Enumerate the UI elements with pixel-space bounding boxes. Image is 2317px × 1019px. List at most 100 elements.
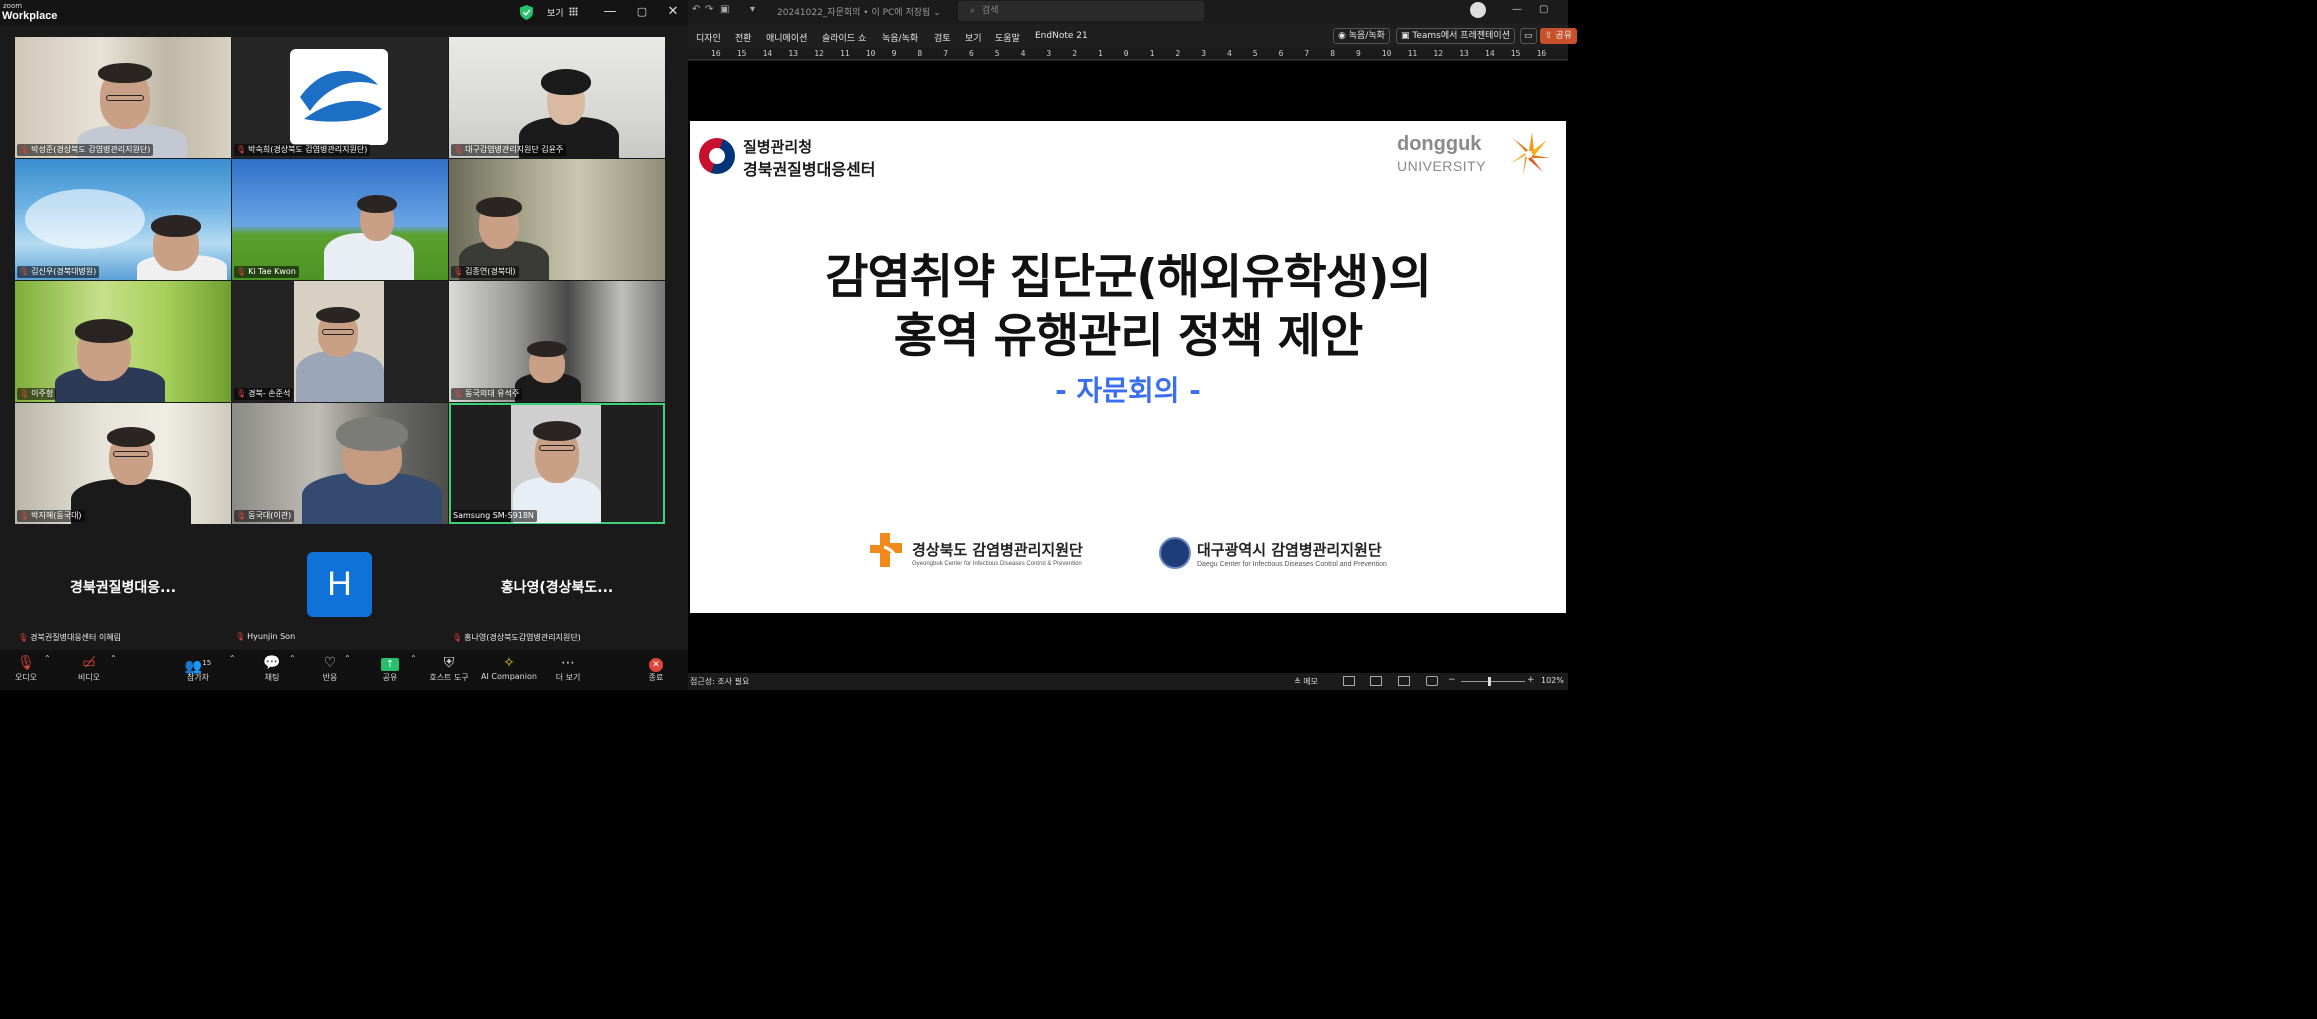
participants-button[interactable]: 👥15 참가자 (182, 654, 214, 683)
chat-button[interactable]: 💬 채팅 (260, 654, 284, 683)
participant-name: 🎙 홍나영(경상북도감염병관리지원단) (452, 633, 581, 642)
maximize-icon[interactable]: ▢ (1539, 4, 1548, 15)
participant-name: 🎙 김종연(경북대) (451, 266, 519, 278)
audio-options-caret-icon[interactable]: ⌃ (44, 654, 51, 663)
participant-name: 🎙 Hyunjin Son (235, 632, 296, 641)
encryption-shield-icon[interactable] (520, 5, 533, 20)
ruler-tick-label: 6 (1278, 49, 1284, 58)
video-tile[interactable]: 🎙 김신우(경북대병원) (15, 159, 231, 280)
video-tile[interactable]: 🎙 박지혜(동국대) (15, 403, 231, 524)
menu-record[interactable]: 녹음/녹화 (882, 31, 918, 44)
menu-review[interactable]: 검토 (934, 31, 951, 44)
maximize-icon[interactable]: ▢ (631, 3, 653, 21)
participant-name: 🎙 김신우(경북대병원) (17, 266, 100, 278)
record-button[interactable]: ◉ 녹음/녹화 (1333, 28, 1390, 44)
participant-name: 🎙 이주형 (17, 388, 57, 400)
end-meeting-button[interactable]: ✕ 종료 (644, 654, 668, 683)
video-tile-active-speaker[interactable]: Samsung SM-S918N (449, 403, 665, 524)
mic-muted-icon: 🎙 (19, 511, 30, 520)
video-tile[interactable]: 🎙 김종연(경북대) (449, 159, 665, 280)
share-button[interactable]: ↑ 공유 (378, 654, 402, 683)
menu-design[interactable]: 디자인 (696, 31, 721, 44)
video-tile[interactable]: 🎙 경북- 손준석 (232, 281, 448, 402)
ruler-tick-label: 16 (1536, 49, 1547, 58)
video-tile[interactable]: 🎙 박성준(경상북도 감염병관리지원단) (15, 37, 231, 158)
menu-transitions[interactable]: 전환 (735, 31, 752, 44)
view-menu-label[interactable]: 보기 (547, 6, 564, 19)
slideshow-view-icon[interactable] (1426, 676, 1438, 686)
mic-muted-icon: 🎙 (19, 267, 30, 276)
document-title[interactable]: 20241022_자문회의 • 이 PC에 저장됨 ⌄ (777, 5, 941, 18)
university-logo-subtext: UNIVERSITY (1397, 158, 1487, 174)
minimize-icon[interactable]: — (1512, 4, 1522, 15)
menu-animations[interactable]: 애니메이션 (766, 31, 807, 44)
mic-muted-icon: 🎙 (452, 633, 463, 642)
audio-participant-display: 경북권질병대응... (69, 580, 177, 596)
redo-icon[interactable]: ↷ (705, 4, 713, 15)
slide-sorter-view-icon[interactable] (1370, 676, 1382, 686)
menu-help[interactable]: 도움말 (995, 31, 1020, 44)
undo-icon[interactable]: ↶ (692, 4, 700, 15)
daegu-center-emblem-icon (1159, 537, 1191, 569)
video-tile[interactable]: 🎙 박숙희(경상북도 감염병관리지원단) (232, 37, 448, 158)
notes-button[interactable]: ≙ 메모 (1294, 676, 1318, 687)
reading-view-icon[interactable] (1398, 676, 1410, 686)
ai-companion-button[interactable]: ✧ AI Companion (480, 654, 538, 681)
status-bar: 접근성: 조사 필요 ≙ 메모 − + 102% (688, 673, 1568, 690)
gyeongbuk-center-logo-icon (870, 533, 902, 567)
reactions-caret-icon[interactable]: ⌃ (344, 654, 351, 663)
normal-view-icon[interactable] (1343, 676, 1355, 686)
share-button[interactable]: ⇪ 공유 (1540, 28, 1577, 44)
video-tile[interactable]: 🎙 동국대(이관) (232, 403, 448, 524)
mic-muted-icon: 🎙 (453, 267, 464, 276)
gallery-view-icon[interactable] (569, 7, 578, 16)
video-tile[interactable]: 🎙 Ki Tae Kwon (232, 159, 448, 280)
video-tile[interactable]: 🎙 이주형 (15, 281, 231, 402)
chat-caret-icon[interactable]: ⌃ (289, 654, 296, 663)
shield-icon: ⛨ (443, 655, 455, 671)
video-tile[interactable]: 🎙 대구감염병관리지원단 김윤주 (449, 37, 665, 158)
mic-muted-icon: 🎙 (453, 145, 464, 154)
participant-name: 🎙 동국의대 유석주 (451, 388, 523, 400)
more-button[interactable]: ⋯ 더 보기 (554, 654, 582, 683)
audio-button[interactable]: 🎙 오디오 (12, 654, 40, 683)
ruler-tick-label: 12 (814, 49, 824, 58)
share-caret-icon[interactable]: ⌃ (410, 654, 417, 663)
zoom-level[interactable]: 102% (1541, 676, 1564, 685)
zoom-in-icon[interactable]: + (1527, 675, 1535, 685)
comments-button[interactable]: ▭ (1520, 28, 1537, 44)
user-avatar[interactable] (1470, 2, 1486, 18)
video-off-icon: ▭̸ (82, 655, 96, 671)
organization-logo-icon (290, 49, 388, 145)
accessibility-status[interactable]: 접근성: 조사 필요 (690, 676, 749, 687)
slide[interactable]: 질병관리청 경북권질병대응센터 dongguk UNIVERSITY 감염취약 … (690, 121, 1566, 613)
search-box[interactable]: ⌕ 검색 (958, 1, 1204, 21)
share-icon: ⇪ (1545, 31, 1553, 41)
ruler-tick-label: 10 (1381, 49, 1392, 58)
zoom-logo-small: zoom (3, 2, 23, 10)
zoom-out-icon[interactable]: − (1448, 675, 1456, 685)
zoom-slider-thumb[interactable] (1488, 677, 1491, 686)
ruler-tick-label: 2 (1072, 49, 1078, 58)
host-tools-button[interactable]: ⛨ 호스트 도구 (426, 654, 472, 683)
close-icon[interactable]: ✕ (662, 3, 684, 21)
menu-slideshow[interactable]: 슬라이드 쇼 (822, 31, 866, 44)
menu-view[interactable]: 보기 (965, 31, 982, 44)
ruler-tick-label: 9 (1356, 49, 1361, 58)
reactions-button[interactable]: ♡ 반응 (318, 654, 342, 683)
video-button[interactable]: ▭̸ 비디오 (74, 654, 104, 683)
minimize-icon[interactable]: — (599, 3, 621, 21)
present-in-teams-button[interactable]: ▣ Teams에서 프레젠테이션 (1396, 28, 1515, 44)
ruler-tick-label: 9 (891, 49, 897, 58)
menu-endnote[interactable]: EndNote 21 (1035, 31, 1088, 41)
video-tile[interactable]: 🎙 동국의대 유석주 (449, 281, 665, 402)
ruler-tick-label: 5 (994, 49, 1000, 58)
mic-muted-icon: 🎙 (236, 145, 247, 154)
zoom-slider[interactable] (1461, 681, 1525, 682)
slide-canvas: 질병관리청 경북권질병대응센터 dongguk UNIVERSITY 감염취약 … (688, 61, 1568, 673)
save-icon[interactable]: ▣ (720, 4, 729, 15)
ruler-tick-label: 8 (1330, 49, 1336, 58)
video-options-caret-icon[interactable]: ⌃ (110, 654, 117, 663)
participants-caret-icon[interactable]: ⌃ (229, 654, 236, 663)
quick-access-more-icon[interactable]: ▾ (750, 4, 755, 15)
